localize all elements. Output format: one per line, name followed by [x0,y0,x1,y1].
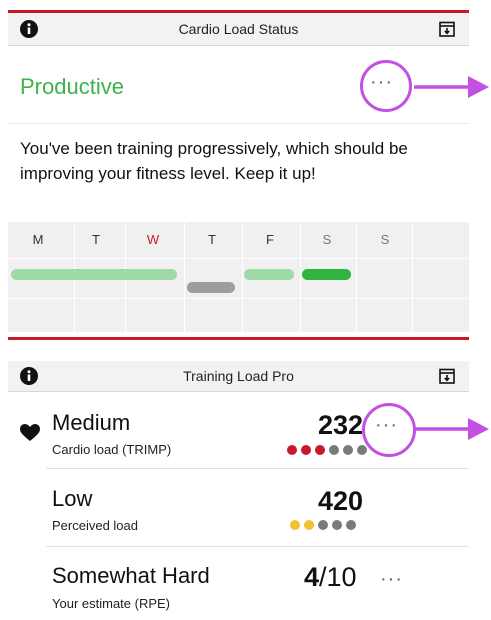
cardio-status-description: You've been training progressively, whic… [20,139,408,183]
cardio-load-value: 232 [318,410,364,440]
annotation-arrow-icon [414,76,489,98]
load-dot [318,520,328,530]
training-load-more-button[interactable]: ··· [375,414,398,437]
rpe-more-button[interactable]: ··· [380,568,403,591]
grid-line [300,222,301,332]
grid-line [8,258,469,259]
cardio-load-dots [287,445,367,457]
rpe-value-main: 4 [304,562,320,592]
heart-icon [20,424,40,441]
load-bar-fri [244,269,294,280]
row-divider [46,546,469,547]
grid-line [8,298,469,299]
header-title: Training Load Pro [183,368,294,384]
grid-line [184,222,185,332]
load-bar-thu [187,282,235,293]
day-label: T [92,232,100,247]
rpe-level: Somewhat Hard [52,563,210,588]
rpe-value: 4/10 [304,562,357,593]
perceived-load-label: Perceived load [52,518,138,533]
load-dot [346,520,356,530]
cardio-more-button[interactable]: ··· [370,71,393,94]
cardio-status-label: Productive [20,74,124,99]
load-dot [329,445,339,455]
day-label: T [208,232,216,247]
load-dot [357,445,367,455]
load-dot [332,520,342,530]
annotation-arrow-icon [414,418,489,440]
rpe-label: Your estimate (RPE) [52,596,171,611]
grid-line [412,222,413,332]
load-bar-mon-wed [11,269,177,280]
perceived-load-dots [290,520,370,532]
cardio-load-header: Cardio Load Status [8,13,469,46]
row-divider [46,468,469,469]
cardio-load-label: Cardio load (TRIMP) [52,442,172,457]
load-dot [304,520,314,530]
load-dot [315,445,325,455]
rpe-value-suffix: /10 [319,562,357,592]
cardio-load-level: Medium [52,410,131,435]
perceived-load-value: 420 [318,486,364,516]
calendar-icon[interactable] [439,368,455,384]
load-dot [290,520,300,530]
load-dot [287,445,297,455]
load-bar-sat [302,269,351,280]
load-dot [343,445,353,455]
weekly-load-chart: M T W T F S S [8,222,469,332]
day-label: S [380,232,390,247]
grid-line [242,222,243,332]
day-label: M [32,232,44,247]
load-dot [301,445,311,455]
grid-line [356,222,357,332]
day-label-today: W [146,232,160,247]
day-label: S [322,232,332,247]
divider [8,123,469,124]
calendar-icon[interactable] [439,21,455,37]
section-accent-line [8,337,469,340]
day-label: F [266,232,274,247]
training-load-header: Training Load Pro [8,361,469,392]
header-title: Cardio Load Status [178,21,299,37]
perceived-load-level: Low [52,486,93,511]
